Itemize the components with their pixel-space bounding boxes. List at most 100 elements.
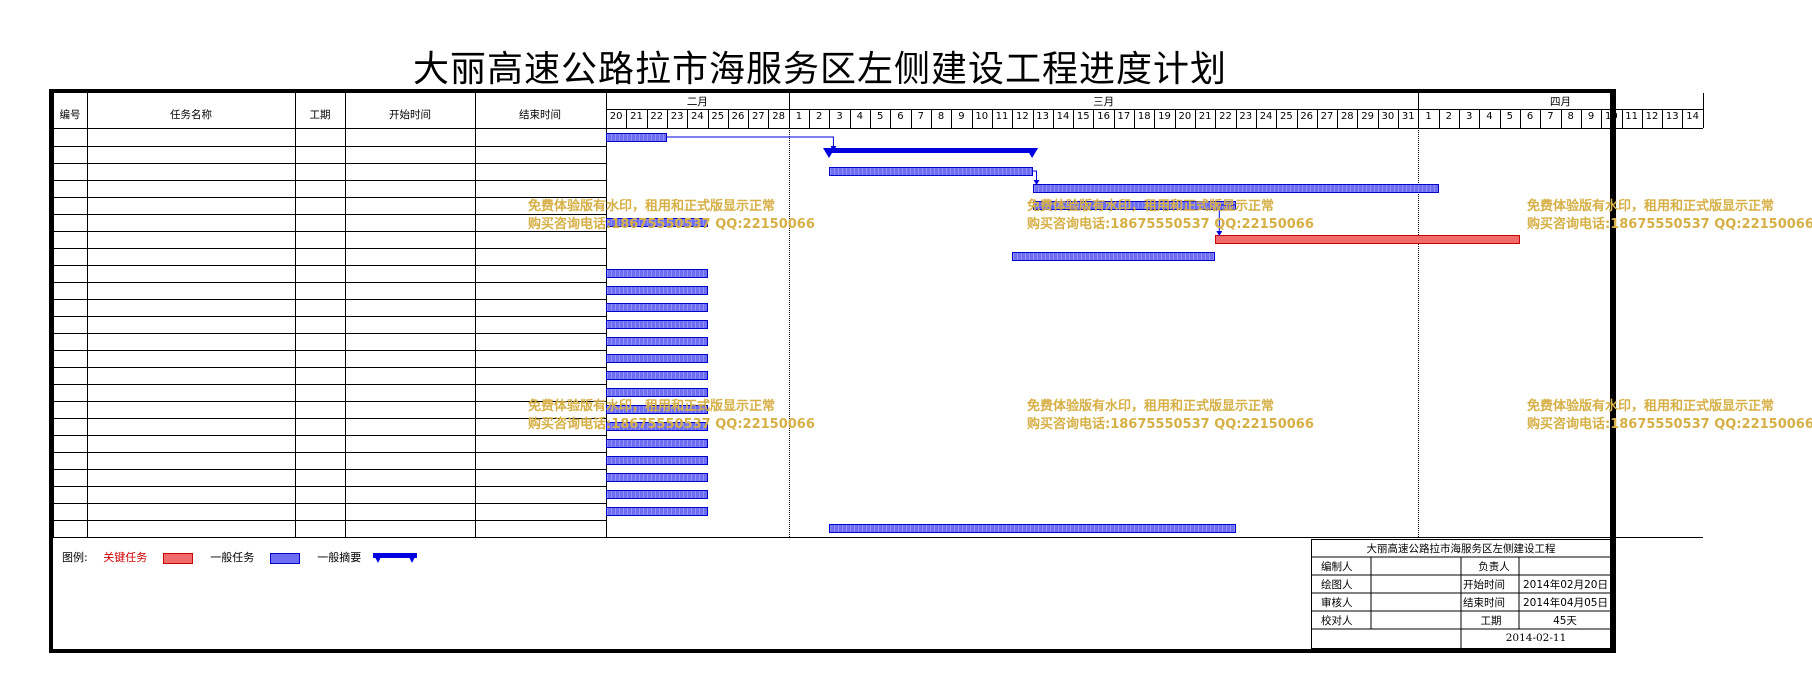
day-number: 27: [751, 111, 765, 122]
day-number: 10: [975, 111, 989, 122]
legend-critical-label: 关键任务: [103, 551, 148, 564]
table-row-line: [53, 537, 606, 538]
table-column-line: [345, 93, 346, 537]
day-divider: [687, 109, 689, 128]
table-row-line: [53, 197, 606, 198]
table-column-line: [87, 93, 88, 537]
watermark-text-3a: 免费体验版有水印，租用和正式版显示正常: [1527, 199, 1775, 214]
day-divider: [666, 109, 668, 128]
day-divider: [707, 109, 709, 128]
day-number: 21: [1198, 111, 1212, 122]
day-number: 22: [650, 111, 664, 122]
table-row-line: [53, 299, 606, 300]
day-divider: [1337, 109, 1339, 128]
title-block: 大丽高速公路拉市海服务区左侧建设工程 编制人 负责人 绘图人 开始时间 2014…: [1311, 539, 1611, 649]
day-divider: [1174, 109, 1176, 128]
table-row-line: [53, 435, 606, 436]
day-number: 13: [1036, 111, 1050, 122]
day-divider: [1032, 109, 1034, 128]
day-number: 4: [1486, 111, 1493, 122]
task-bar: [606, 473, 708, 482]
table-column-line: [53, 93, 54, 537]
table-column-line: [606, 93, 607, 537]
day-number: 19: [1158, 111, 1171, 122]
day-number: 12: [1015, 111, 1029, 122]
day-number: 9: [958, 111, 965, 122]
day-divider: [991, 109, 993, 128]
task-bar: [606, 439, 708, 448]
day-number: 25: [1280, 111, 1293, 122]
summary-bar: [823, 148, 1039, 158]
legend-normal-label: 一般任务: [210, 551, 255, 564]
day-number: 23: [670, 111, 684, 122]
day-number: 3: [836, 111, 843, 122]
task-bar: [606, 388, 708, 397]
day-divider: [1012, 109, 1014, 128]
table-column-line: [295, 93, 296, 537]
month-row-line: [606, 109, 1703, 110]
task-bar: [606, 456, 708, 465]
legend-summary-swatch: [372, 553, 417, 563]
table-row-line: [53, 231, 606, 232]
day-divider: [748, 109, 750, 128]
checker-label: 校对人: [1321, 615, 1353, 627]
day-number: 22: [1219, 111, 1232, 122]
day-number: 20: [1178, 111, 1192, 122]
day-divider: [930, 109, 932, 128]
day-divider: [1479, 109, 1481, 128]
day-divider: [849, 109, 851, 128]
day-divider: [1519, 109, 1521, 128]
legend: 图例: 关键任务 一般任务 一般摘要: [62, 549, 417, 565]
day-divider: [788, 109, 790, 128]
header-end: 结束时间: [519, 109, 561, 121]
watermark-text-5a: 免费体验版有水印，租用和正式版显示正常: [1027, 399, 1275, 414]
day-divider: [1662, 109, 1664, 128]
month-divider: [788, 93, 790, 109]
day-divider: [1154, 109, 1156, 128]
day-number: 1: [795, 111, 803, 122]
watermark-text-3b: 购买咨询电话:18675550537 QQ:22150066: [1527, 217, 1812, 232]
day-number: 25: [711, 111, 725, 122]
header-task-name: 任务名称: [170, 109, 212, 121]
table-row-line: [53, 163, 606, 164]
task-bar: [606, 490, 708, 499]
day-number: 28: [772, 111, 785, 122]
day-number: 2: [816, 111, 823, 122]
task-bar: [606, 371, 708, 380]
day-number: 6: [1526, 111, 1534, 122]
day-divider: [1215, 109, 1217, 128]
day-divider: [1418, 109, 1420, 128]
duration-value: 45天: [1553, 615, 1577, 627]
table-row-line: [53, 384, 606, 385]
day-divider: [626, 109, 628, 128]
day-divider: [1459, 109, 1461, 128]
day-number: 15: [1076, 111, 1090, 122]
day-divider: [1438, 109, 1440, 128]
end-value: 2014年04月05日: [1523, 597, 1608, 609]
day-divider: [1296, 109, 1298, 128]
watermark-text-1a: 免费体验版有水印，租用和正式版显示正常: [528, 199, 776, 214]
page-title: 大丽高速公路拉市海服务区左侧建设工程进度计划: [412, 49, 1227, 90]
legend-title: 图例:: [62, 551, 88, 564]
day-number: 16: [1097, 111, 1110, 122]
watermark-text-5b: 购买咨询电话:18675550537 QQ:22150066: [1027, 417, 1314, 432]
table-row-line: [53, 452, 606, 453]
legend-critical-swatch: [162, 552, 193, 564]
gantt-right-line: [1702, 93, 1704, 128]
day-number: 7: [917, 111, 924, 122]
day-number: 31: [1401, 111, 1415, 122]
watermark-text-2b: 购买咨询电话:18675550537 QQ:22150066: [1027, 217, 1314, 232]
month-label: 四月: [1550, 96, 1572, 108]
task-bar: [606, 507, 708, 516]
day-number: 26: [731, 111, 745, 122]
day-divider: [1540, 109, 1542, 128]
day-divider: [1357, 109, 1359, 128]
day-number: 11: [995, 111, 1009, 122]
owner-label: 负责人: [1478, 561, 1510, 573]
day-number: 6: [897, 111, 904, 122]
day-number: 29: [1361, 111, 1374, 122]
day-divider: [1641, 109, 1643, 128]
day-divider: [768, 109, 770, 128]
table-row-line: [53, 316, 606, 317]
header-duration: 工期: [309, 109, 331, 121]
